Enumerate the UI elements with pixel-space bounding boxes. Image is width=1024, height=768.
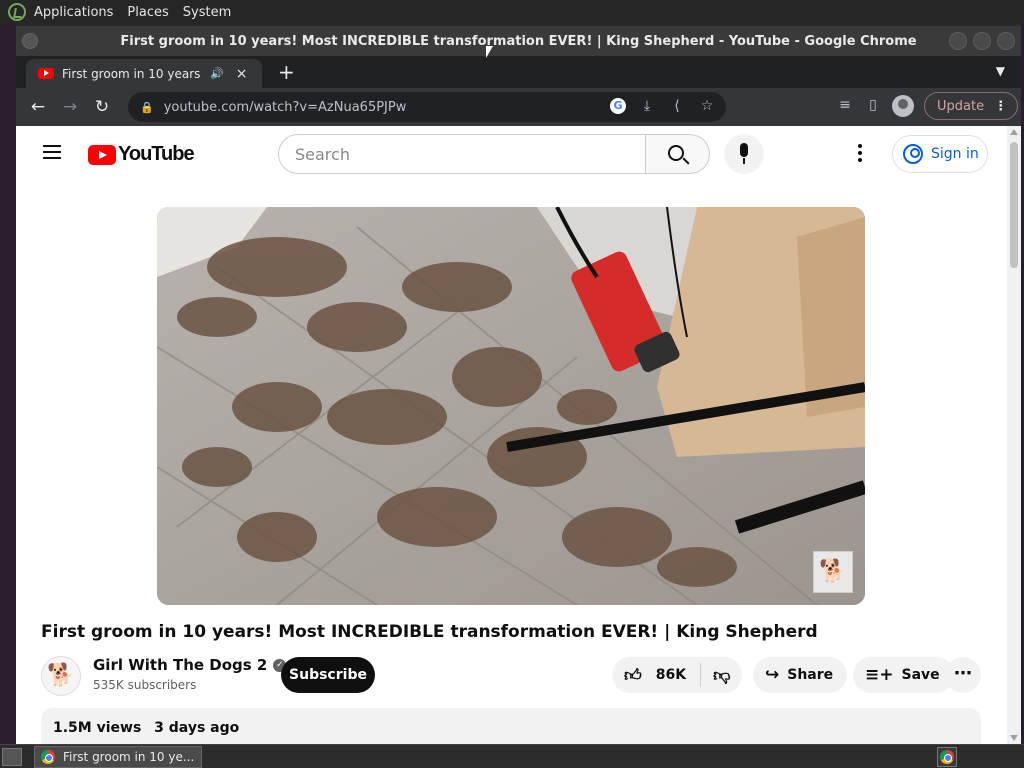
dislike-thumb-icon[interactable]: 👎︎ bbox=[713, 665, 730, 686]
channel-name-link[interactable]: Girl With The Dogs 2 ✓ bbox=[93, 656, 287, 674]
youtube-page: YouTube Search Sign in 🐕 First groom in … bbox=[16, 126, 1021, 744]
account-icon bbox=[903, 144, 923, 164]
hamburger-menu-icon[interactable] bbox=[43, 145, 61, 159]
browser-toolbar: ← → ↻ 🔒 youtube.com/watch?v=AzNua65PJPw … bbox=[16, 88, 1021, 126]
kebab-menu-icon[interactable]: ⋮ bbox=[994, 99, 1007, 114]
channel-name: Girl With The Dogs 2 bbox=[93, 656, 268, 674]
reload-icon[interactable]: ↻ bbox=[86, 97, 118, 117]
scrollbar-thumb[interactable] bbox=[1010, 142, 1018, 268]
tab-title: First groom in 10 years! Most INCREDIBLE… bbox=[62, 66, 202, 81]
subscriber-count: 535K subscribers bbox=[93, 678, 197, 692]
media-control-icon[interactable]: ≡ bbox=[836, 97, 854, 115]
subscribe-button[interactable]: Subscribe bbox=[281, 657, 375, 693]
like-dislike-bar: 👍︎ 86K 👎︎ bbox=[612, 657, 742, 693]
like-divider bbox=[700, 663, 702, 687]
address-bar[interactable]: 🔒 youtube.com/watch?v=AzNua65PJPw G ⤓ ⟨ … bbox=[128, 92, 726, 122]
video-frame bbox=[157, 207, 865, 605]
sign-in-label: Sign in bbox=[931, 146, 979, 162]
speaker-icon[interactable]: 🔊 bbox=[210, 67, 224, 80]
places-menu[interactable]: Places bbox=[127, 5, 168, 20]
taskbar-chrome-window[interactable]: First groom in 10 ye... bbox=[34, 746, 202, 768]
scroll-up-arrow-icon[interactable] bbox=[1010, 129, 1018, 135]
share-arrow-icon: ↪ bbox=[765, 665, 780, 685]
microphone-icon[interactable] bbox=[724, 134, 764, 174]
applications-menu[interactable]: Applications bbox=[34, 5, 113, 20]
google-lens-icon[interactable]: G bbox=[610, 98, 626, 114]
youtube-play-icon bbox=[88, 144, 116, 165]
taskbar-item-label: First groom in 10 ye... bbox=[63, 750, 195, 764]
channel-avatar[interactable]: 🐕 bbox=[41, 656, 81, 696]
bottom-taskbar: First groom in 10 ye... bbox=[0, 744, 1024, 768]
mouse-cursor-icon bbox=[486, 46, 493, 58]
youtube-header: YouTube Search Sign in bbox=[16, 126, 1021, 182]
install-app-icon[interactable]: ⤓ bbox=[638, 98, 656, 116]
close-window-button[interactable] bbox=[997, 32, 1015, 50]
minimize-button[interactable] bbox=[949, 32, 967, 50]
view-count: 1.5M views bbox=[53, 720, 142, 736]
update-label: Update bbox=[937, 98, 985, 114]
window-menu-button[interactable] bbox=[22, 33, 38, 49]
upload-age: 3 days ago bbox=[154, 720, 240, 736]
playlist-add-icon: ≡+ bbox=[865, 665, 894, 685]
video-title: First groom in 10 years! Most INCREDIBLE… bbox=[41, 622, 818, 642]
maximize-button[interactable] bbox=[973, 32, 991, 50]
tab-strip: First groom in 10 years! Most INCREDIBLE… bbox=[16, 56, 1021, 88]
like-thumb-icon[interactable]: 👍︎ bbox=[624, 665, 642, 686]
window-titlebar[interactable]: First groom in 10 years! Most INCREDIBLE… bbox=[16, 26, 1021, 56]
chrome-tray-icon bbox=[940, 750, 954, 764]
chrome-icon bbox=[41, 750, 55, 764]
tab-youtube[interactable]: First groom in 10 years! Most INCREDIBLE… bbox=[26, 59, 262, 88]
back-arrow-icon[interactable]: ← bbox=[22, 97, 54, 117]
page-scrollbar[interactable] bbox=[1007, 126, 1021, 744]
top-panel: Applications Places System bbox=[0, 0, 1024, 24]
url-text[interactable]: youtube.com/watch?v=AzNua65PJPw bbox=[164, 100, 407, 115]
profile-avatar-icon[interactable] bbox=[892, 95, 914, 117]
save-label: Save bbox=[901, 667, 940, 683]
youtube-favicon-icon bbox=[38, 68, 54, 79]
youtube-logo[interactable]: YouTube bbox=[88, 143, 195, 166]
more-actions-icon[interactable]: ⋯ bbox=[945, 657, 981, 693]
scroll-down-arrow-icon[interactable] bbox=[1010, 735, 1018, 741]
forward-arrow-icon[interactable]: → bbox=[54, 97, 86, 117]
search-button[interactable] bbox=[646, 134, 710, 174]
new-tab-button[interactable]: + bbox=[278, 60, 295, 84]
share-label: Share bbox=[787, 667, 834, 683]
distro-logo-icon[interactable] bbox=[8, 3, 26, 21]
youtube-logo-text: YouTube bbox=[118, 143, 195, 165]
description-box[interactable]: 1.5M views 3 days ago bbox=[41, 708, 981, 744]
lock-icon[interactable]: 🔒 bbox=[140, 101, 154, 114]
settings-kebab-icon[interactable] bbox=[858, 144, 862, 162]
sign-in-button[interactable]: Sign in bbox=[892, 135, 988, 173]
channel-watermark-icon[interactable]: 🐕 bbox=[813, 551, 853, 593]
search-icon bbox=[668, 145, 684, 161]
system-menu[interactable]: System bbox=[183, 5, 231, 20]
workspace-switcher[interactable] bbox=[937, 747, 957, 767]
like-count[interactable]: 86K bbox=[656, 667, 686, 683]
search-placeholder: Search bbox=[295, 144, 350, 164]
bookmark-star-icon[interactable]: ☆ bbox=[698, 98, 716, 116]
side-panel-icon[interactable]: ▯ bbox=[864, 97, 882, 115]
desktop-background bbox=[0, 24, 16, 744]
show-desktop-button[interactable] bbox=[2, 748, 22, 766]
video-player[interactable]: 🐕 bbox=[157, 207, 865, 605]
tab-search-chevron-icon[interactable]: ▼ bbox=[996, 64, 1005, 78]
save-button[interactable]: ≡+ Save bbox=[853, 657, 954, 693]
update-button[interactable]: Update ⋮ bbox=[924, 92, 1019, 120]
share-button[interactable]: ↪ Share bbox=[753, 657, 848, 693]
tab-close-button[interactable]: × bbox=[236, 66, 248, 82]
chrome-window: First groom in 10 years! Most INCREDIBLE… bbox=[16, 26, 1021, 744]
window-title: First groom in 10 years! Most INCREDIBLE… bbox=[120, 33, 917, 49]
share-icon[interactable]: ⟨ bbox=[668, 98, 686, 116]
search-input[interactable]: Search bbox=[278, 134, 646, 174]
